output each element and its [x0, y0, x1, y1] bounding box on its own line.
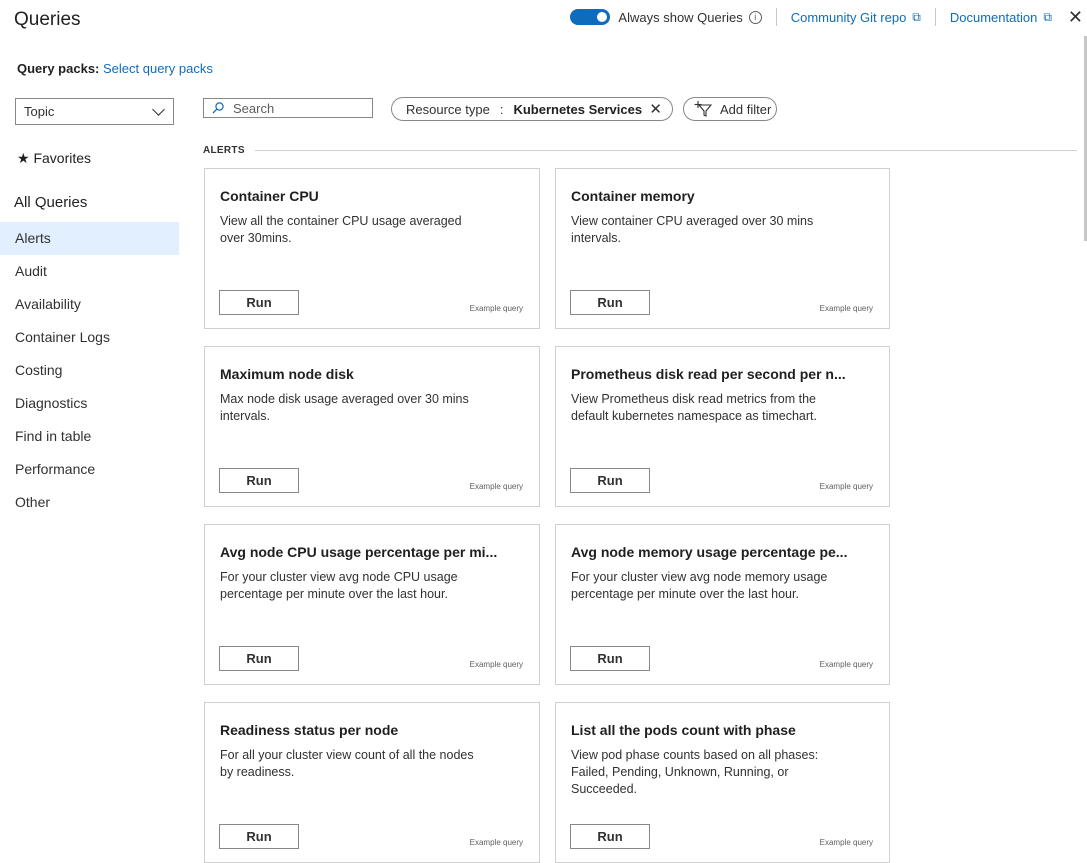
card-description: View Prometheus disk read metrics from t…	[571, 392, 817, 423]
sidebar-item-find-in-table[interactable]: Find in table	[0, 420, 179, 453]
card-description: View all the container CPU usage average…	[220, 214, 462, 245]
chevron-down-icon	[152, 102, 165, 116]
favorites-label: Favorites	[33, 150, 92, 166]
community-git-repo-link[interactable]: Community Git repo	[791, 10, 907, 25]
search-placeholder: Search	[233, 100, 275, 116]
always-show-toggle[interactable]	[570, 9, 611, 25]
query-card[interactable]: Maximum node disk Max node disk usage av…	[204, 346, 540, 507]
card-title: Maximum node disk	[220, 366, 354, 382]
favorites-item[interactable]: ★ Favorites	[17, 150, 91, 167]
section-divider	[254, 150, 1077, 151]
example-query-badge: Example query	[819, 482, 873, 491]
run-button[interactable]: Run	[570, 646, 650, 671]
run-button[interactable]: Run	[219, 468, 299, 493]
example-query-badge: Example query	[819, 660, 873, 669]
external-link-icon: ⧉	[912, 9, 921, 24]
card-title: Container CPU	[220, 188, 319, 204]
card-title: Readiness status per node	[220, 722, 399, 738]
add-filter-label: Add filter	[720, 101, 772, 117]
topic-select[interactable]: Topic	[15, 98, 174, 125]
toolbar-divider	[934, 8, 936, 26]
category-list: Alerts Audit Availability Container Logs…	[0, 222, 179, 519]
sidebar-item-other[interactable]: Other	[0, 486, 179, 519]
run-button[interactable]: Run	[219, 824, 299, 849]
filter-label: Resource type	[406, 101, 490, 117]
example-query-badge: Example query	[819, 838, 873, 847]
run-button[interactable]: Run	[570, 290, 650, 315]
close-icon[interactable]: ✕	[1068, 8, 1083, 26]
filter-separator: :	[499, 101, 504, 117]
query-card[interactable]: Readiness status per node For all your c…	[204, 702, 540, 863]
card-title: Prometheus disk read per second per n...	[571, 366, 846, 382]
run-button[interactable]: Run	[219, 646, 299, 671]
sidebar-item-availability[interactable]: Availability	[0, 288, 179, 321]
query-card[interactable]: Prometheus disk read per second per n...…	[555, 346, 890, 507]
query-card[interactable]: Container CPU View all the container CPU…	[204, 168, 540, 329]
example-query-badge: Example query	[819, 304, 873, 313]
toolbar-divider	[775, 8, 777, 26]
query-packs-row: Query packs: Select query packs	[17, 61, 213, 76]
card-description: View pod phase counts based on all phase…	[571, 748, 819, 796]
documentation-link[interactable]: Documentation	[950, 10, 1037, 25]
card-title: List all the pods count with phase	[571, 722, 796, 738]
card-description: Max node disk usage averaged over 30 min…	[220, 392, 469, 423]
sidebar-item-performance[interactable]: Performance	[0, 453, 179, 486]
card-description: View container CPU averaged over 30 mins…	[571, 214, 814, 245]
sidebar-item-diagnostics[interactable]: Diagnostics	[0, 387, 179, 420]
search-icon	[212, 102, 224, 114]
card-description: For all your cluster view count of all t…	[220, 748, 474, 779]
search-input[interactable]: Search	[203, 98, 373, 118]
section-heading: ALERTS	[203, 145, 245, 156]
example-query-badge: Example query	[469, 838, 523, 847]
sidebar-item-alerts[interactable]: Alerts	[0, 222, 179, 255]
external-link-icon: ⧉	[1043, 9, 1052, 24]
star-icon: ★	[17, 150, 30, 166]
all-queries-heading: All Queries	[14, 194, 88, 211]
run-button[interactable]: Run	[570, 824, 650, 849]
example-query-badge: Example query	[469, 482, 523, 491]
info-icon[interactable]: i	[748, 10, 762, 24]
select-query-packs-link[interactable]: Select query packs	[103, 61, 213, 76]
add-filter-button[interactable]: Add filter	[683, 97, 777, 121]
query-card[interactable]: List all the pods count with phase View …	[555, 702, 890, 863]
example-query-badge: Example query	[469, 304, 523, 313]
resource-type-filter-pill[interactable]: Resource type : Kubernetes Services ✕	[391, 97, 673, 121]
always-show-label: Always show Queries	[618, 9, 743, 25]
card-title: Avg node memory usage percentage pe...	[571, 544, 848, 560]
query-card[interactable]: Container memory View container CPU aver…	[555, 168, 890, 329]
topic-select-value: Topic	[24, 104, 55, 119]
sidebar-item-container-logs[interactable]: Container Logs	[0, 321, 179, 354]
toggle-knob	[597, 12, 608, 22]
card-description: For your cluster view avg node memory us…	[571, 570, 828, 601]
sidebar-item-costing[interactable]: Costing	[0, 354, 179, 387]
card-description: For your cluster view avg node CPU usage…	[220, 570, 458, 601]
section-header: ALERTS	[203, 145, 1077, 156]
card-title: Avg node CPU usage percentage per mi...	[220, 544, 498, 560]
add-filter-icon	[694, 101, 712, 117]
card-title: Container memory	[571, 188, 695, 204]
run-button[interactable]: Run	[570, 468, 650, 493]
query-card[interactable]: Avg node memory usage percentage pe... F…	[555, 524, 890, 685]
query-packs-label: Query packs:	[17, 61, 100, 76]
filter-value: Kubernetes Services	[513, 101, 643, 117]
top-toolbar: Always show Queries i Community Git repo…	[570, 6, 1087, 28]
run-button[interactable]: Run	[219, 290, 299, 315]
example-query-badge: Example query	[469, 660, 523, 669]
query-card[interactable]: Avg node CPU usage percentage per mi... …	[204, 524, 540, 685]
page-title: Queries	[14, 9, 81, 30]
query-cards-grid: Container CPU View all the container CPU…	[204, 168, 890, 863]
remove-filter-icon[interactable]: ✕	[649, 100, 662, 118]
sidebar-item-audit[interactable]: Audit	[0, 255, 179, 288]
